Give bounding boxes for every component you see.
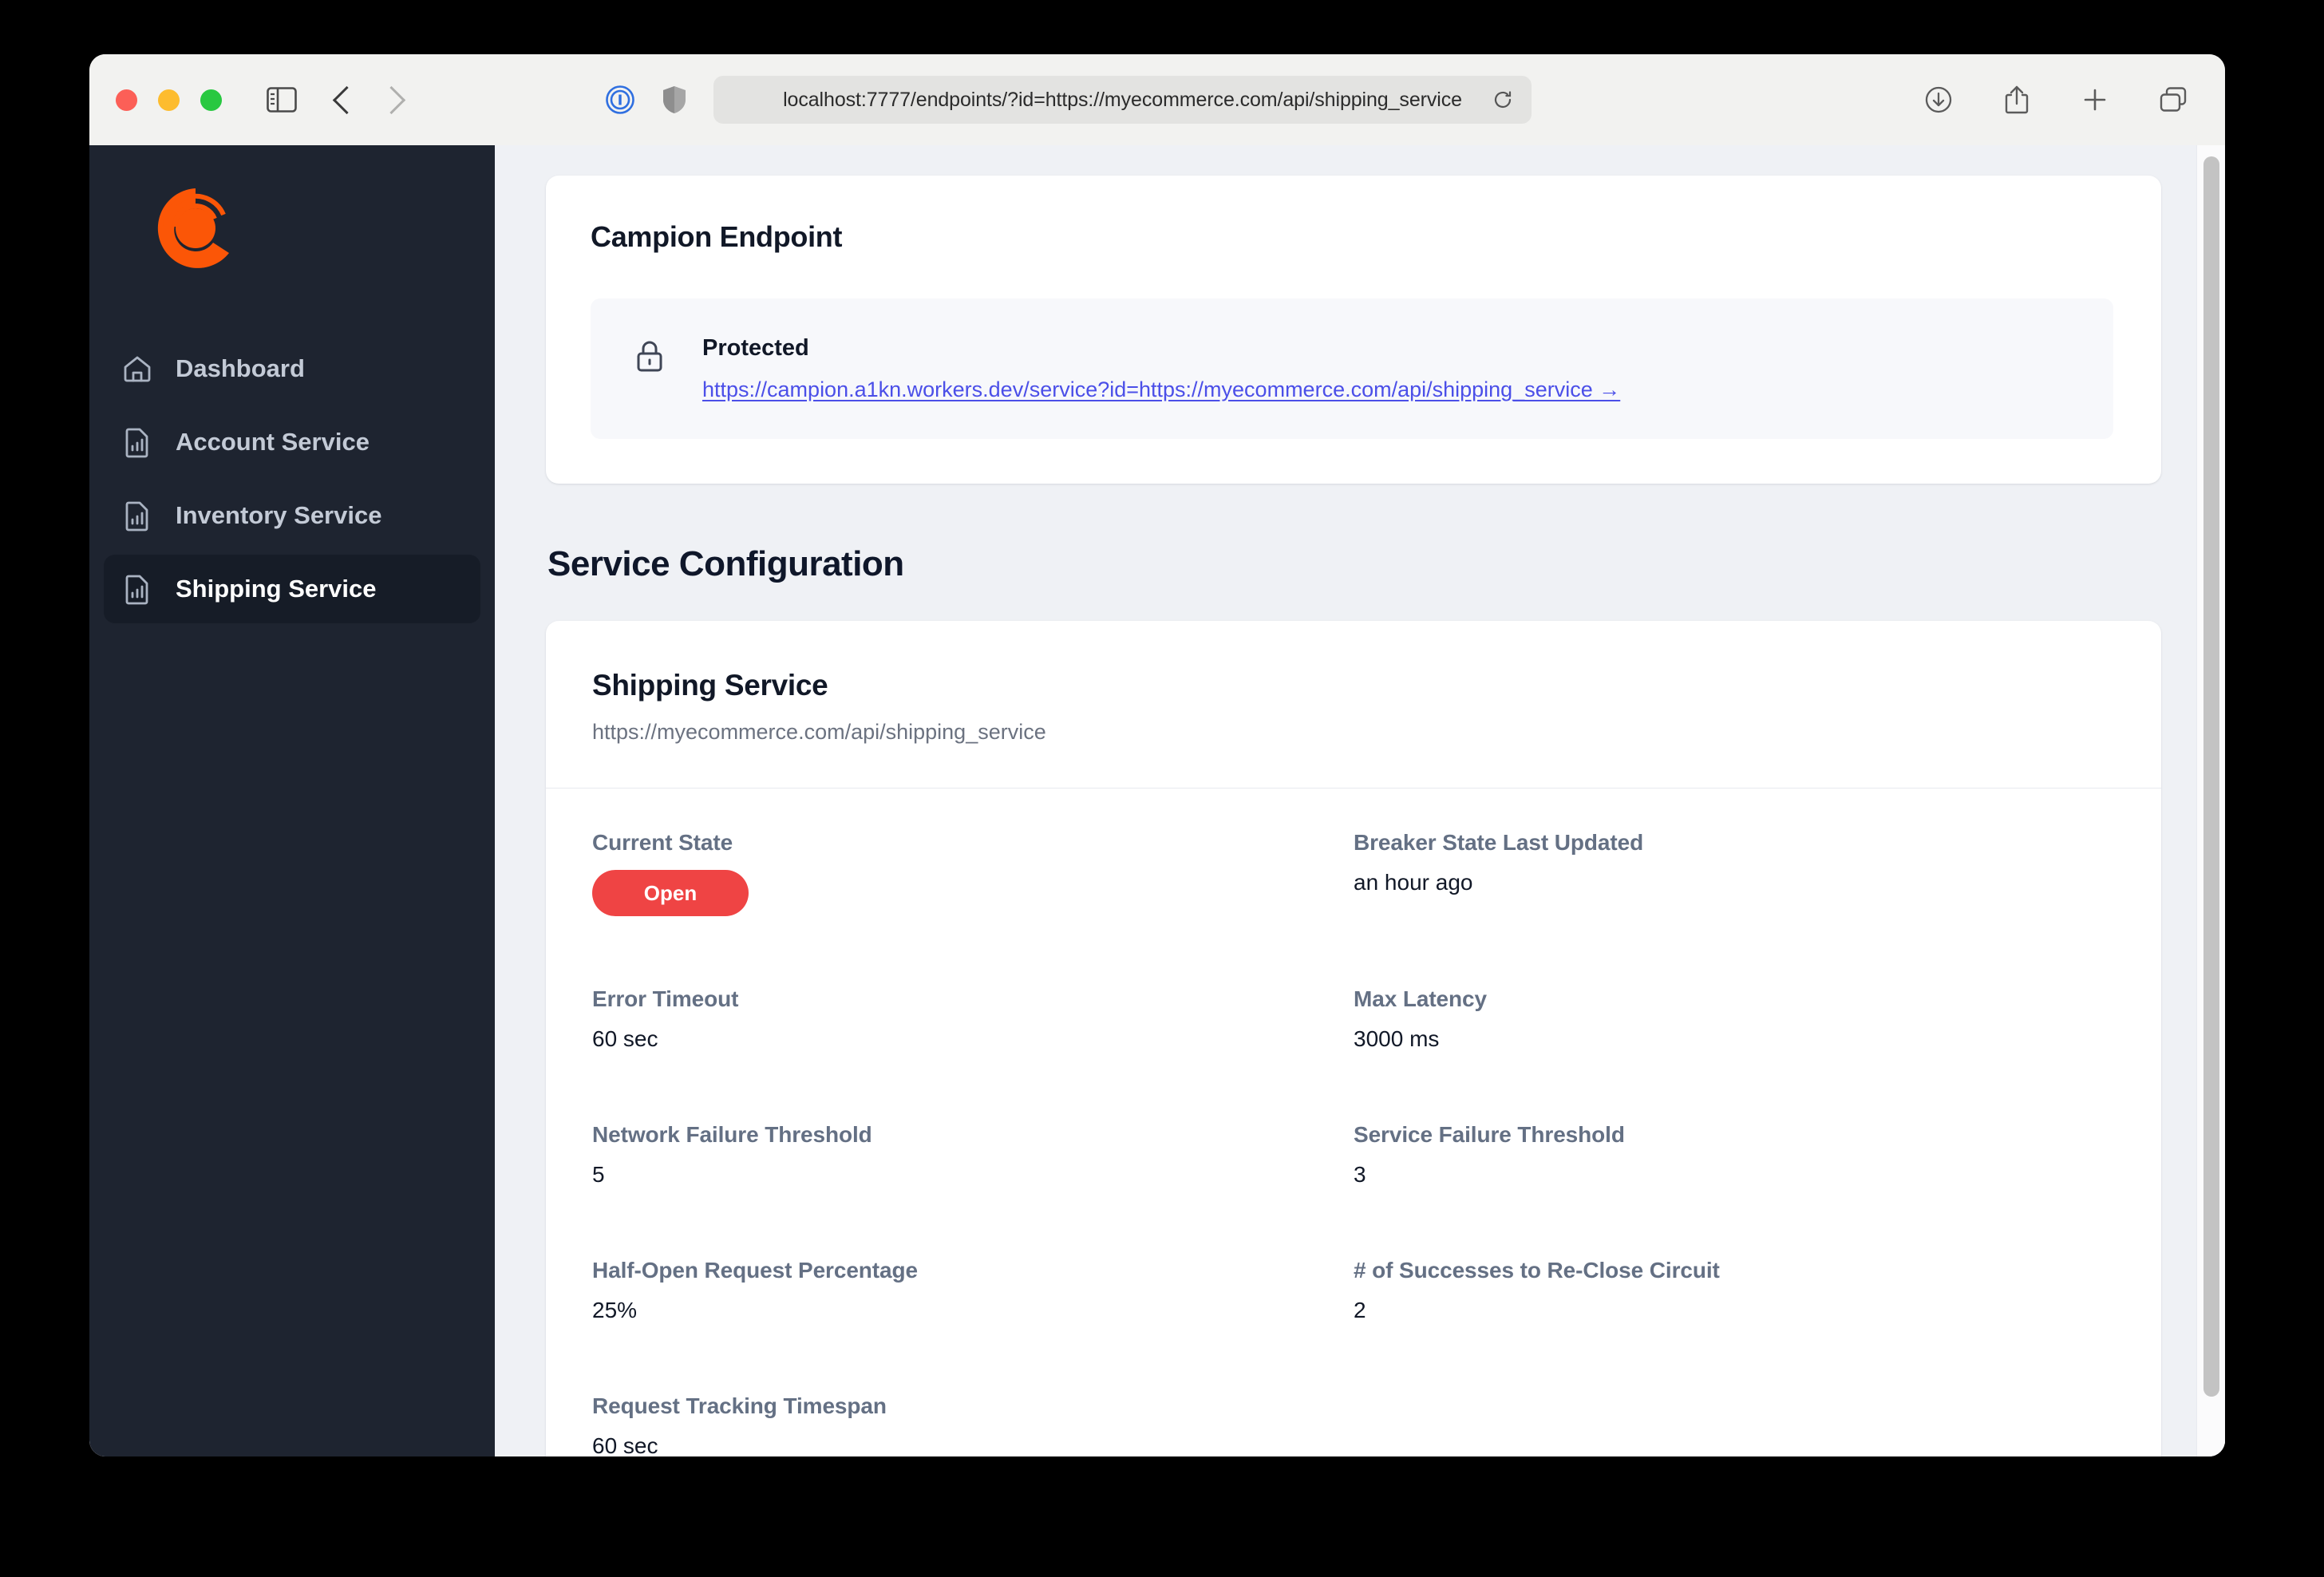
downloads-icon[interactable] <box>1917 78 1960 121</box>
app-content: Dashboard Account Service Inventory Serv… <box>89 145 2225 1456</box>
home-icon <box>121 353 153 385</box>
report-icon <box>121 573 153 605</box>
field-label: Error Timeout <box>592 986 739 1011</box>
service-url: https://myecommerce.com/api/shipping_ser… <box>592 720 1046 744</box>
field-value: 5 <box>592 1162 605 1187</box>
sidebar-item-label: Shipping Service <box>176 575 377 603</box>
toolbar-right-actions <box>1917 78 2195 121</box>
browser-window: localhost:7777/endpoints/?id=https://mye… <box>89 54 2225 1456</box>
report-icon <box>121 500 153 532</box>
field-label: Request Tracking Timespan <box>592 1393 887 1418</box>
report-icon <box>121 426 153 458</box>
service-card-header: Shipping Service https://myecommerce.com… <box>546 621 2161 788</box>
sidebar-item-label: Dashboard <box>176 354 305 382</box>
field-current-state: Current State Open <box>592 830 1354 916</box>
service-name: Shipping Service <box>592 669 828 702</box>
field-value: an hour ago <box>1354 870 1473 895</box>
field-value: 60 sec <box>592 1026 658 1051</box>
page-title: Campion Endpoint <box>591 220 843 253</box>
chevron-left-icon <box>334 85 351 115</box>
field-half-open-request-percentage: Half-Open Request Percentage 25% <box>592 1258 1354 1323</box>
minimize-window-button[interactable] <box>158 89 180 111</box>
window-controls <box>116 89 222 111</box>
field-value: 3000 ms <box>1354 1026 1440 1051</box>
field-service-failure-threshold: Service Failure Threshold 3 <box>1354 1122 2115 1188</box>
forward-icon[interactable] <box>370 78 413 121</box>
field-value: 60 sec <box>592 1433 658 1456</box>
field-successes-to-reclose-circuit: # of Successes to Re-Close Circuit 2 <box>1354 1258 2115 1323</box>
main-scrollbar[interactable] <box>2196 145 2225 1456</box>
field-network-failure-threshold: Network Failure Threshold 5 <box>592 1122 1354 1188</box>
protected-text-block: Protected https://campion.a1kn.workers.d… <box>702 335 1620 402</box>
campion-logo <box>89 176 495 285</box>
main-scroll-content: Campion Endpoint Protected https://campi… <box>495 145 2225 1456</box>
sidebar-toggle-icon[interactable] <box>260 78 303 121</box>
reader-mode-icon[interactable] <box>599 78 642 121</box>
status-badge: Protected <box>702 335 809 361</box>
field-value: 2 <box>1354 1298 1366 1322</box>
field-label: Breaker State Last Updated <box>1354 830 1644 855</box>
maximize-window-button[interactable] <box>200 89 222 111</box>
sidebar-item-label: Inventory Service <box>176 501 382 529</box>
sidebar-item-dashboard[interactable]: Dashboard <box>104 334 480 403</box>
field-label: Service Failure Threshold <box>1354 1122 1625 1147</box>
close-window-button[interactable] <box>116 89 137 111</box>
back-icon[interactable] <box>321 78 364 121</box>
campion-endpoint-card: Campion Endpoint Protected https://campi… <box>546 176 2161 484</box>
share-icon[interactable] <box>1995 78 2038 121</box>
field-breaker-state-last-updated: Breaker State Last Updated an hour ago <box>1354 830 2115 916</box>
campion-endpoint-link[interactable]: https://campion.a1kn.workers.dev/service… <box>702 377 1620 401</box>
service-config-grid: Current State Open Breaker State Last Up… <box>546 788 2161 1456</box>
chevron-right-icon <box>383 85 401 115</box>
sidebar-item-inventory-service[interactable]: Inventory Service <box>104 481 480 550</box>
protected-endpoint-box: Protected https://campion.a1kn.workers.d… <box>591 298 2113 439</box>
new-tab-icon[interactable] <box>2073 78 2116 121</box>
lock-icon <box>632 338 667 374</box>
scrollbar-thumb[interactable] <box>2203 156 2219 1397</box>
service-configuration-card: Shipping Service https://myecommerce.com… <box>546 621 2161 1456</box>
field-max-latency: Max Latency 3000 ms <box>1354 986 2115 1052</box>
field-request-tracking-timespan: Request Tracking Timespan 60 sec <box>592 1393 1354 1456</box>
url-text: localhost:7777/endpoints/?id=https://mye… <box>783 88 1462 111</box>
main-panel: Campion Endpoint Protected https://campi… <box>495 145 2225 1456</box>
field-label: # of Successes to Re-Close Circuit <box>1354 1258 1720 1283</box>
privacy-shield-icon[interactable] <box>653 78 696 121</box>
reload-icon[interactable] <box>1492 89 1514 111</box>
app-sidebar: Dashboard Account Service Inventory Serv… <box>89 145 495 1456</box>
field-label: Current State <box>592 830 733 855</box>
browser-toolbar: localhost:7777/endpoints/?id=https://mye… <box>89 54 2225 145</box>
state-badge[interactable]: Open <box>592 870 749 916</box>
tab-overview-icon[interactable] <box>2152 78 2195 121</box>
sidebar-item-account-service[interactable]: Account Service <box>104 408 480 476</box>
sidebar-item-label: Account Service <box>176 428 370 456</box>
field-label: Half-Open Request Percentage <box>592 1258 918 1283</box>
section-heading: Service Configuration <box>547 544 904 583</box>
field-label: Network Failure Threshold <box>592 1122 872 1147</box>
sidebar-item-shipping-service[interactable]: Shipping Service <box>104 555 480 623</box>
field-value: 3 <box>1354 1162 1366 1187</box>
field-error-timeout: Error Timeout 60 sec <box>592 986 1354 1052</box>
field-value: 25% <box>592 1298 638 1322</box>
address-bar[interactable]: localhost:7777/endpoints/?id=https://mye… <box>713 76 1532 124</box>
sidebar-nav: Dashboard Account Service Inventory Serv… <box>89 334 495 623</box>
field-label: Max Latency <box>1354 986 1487 1011</box>
